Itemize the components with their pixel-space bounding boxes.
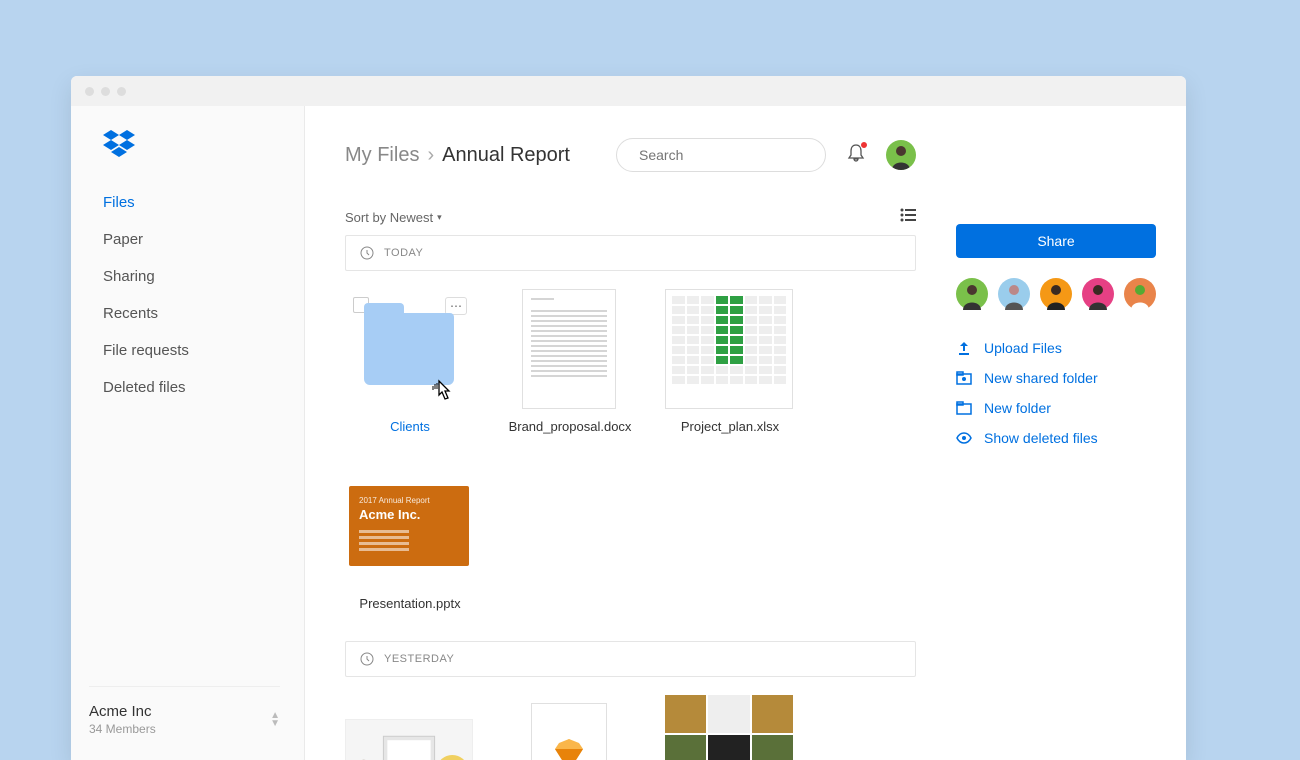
caret-down-icon: ▾ xyxy=(437,212,442,223)
sort-dropdown[interactable]: Sort by Newest ▾ xyxy=(345,210,442,225)
folder-icon xyxy=(364,313,454,385)
file-name: Presentation.pptx xyxy=(345,596,475,613)
section-today: TODAY xyxy=(345,235,916,271)
file-name: Clients xyxy=(345,419,475,436)
section-label: YESTERDAY xyxy=(384,653,454,665)
action-label: New shared folder xyxy=(984,370,1098,386)
file-name: Brand_proposal.docx xyxy=(505,419,635,436)
chevron-right-icon: › xyxy=(427,144,434,167)
folder-icon xyxy=(956,400,972,416)
collaborators xyxy=(956,278,1156,310)
window-maximize-dot[interactable] xyxy=(117,87,126,96)
xlsx-thumbnail xyxy=(665,289,793,409)
doc-thumbnail xyxy=(522,289,616,409)
collaborator-avatar[interactable] xyxy=(956,278,988,310)
sidebar-item-deleted-files[interactable]: Deleted files xyxy=(103,369,304,406)
breadcrumb-root[interactable]: My Files xyxy=(345,144,419,167)
view-toggle-button[interactable] xyxy=(900,208,916,227)
updown-icon: ▲▼ xyxy=(270,712,280,728)
sidebar: Files Paper Sharing Recents File request… xyxy=(71,106,305,760)
action-upload-files[interactable]: Upload Files xyxy=(956,340,1156,356)
search-input[interactable] xyxy=(639,147,820,163)
team-switcher[interactable]: Acme Inc 34 Members ▲▼ xyxy=(89,686,280,736)
collaborator-avatar[interactable] xyxy=(1082,278,1114,310)
upload-icon xyxy=(956,340,972,356)
notifications-button[interactable] xyxy=(846,143,866,168)
breadcrumb-current: Annual Report xyxy=(442,144,570,167)
action-label: Show deleted files xyxy=(984,430,1098,446)
sidebar-item-files[interactable]: Files xyxy=(103,184,304,221)
clock-icon xyxy=(360,246,374,260)
collaborator-avatar[interactable] xyxy=(1040,278,1072,310)
action-label: New folder xyxy=(984,400,1051,416)
dropbox-logo-icon[interactable] xyxy=(71,130,304,184)
file-name: Project_plan.xlsx xyxy=(665,419,795,436)
clock-icon xyxy=(360,652,374,666)
share-button[interactable]: Share xyxy=(956,224,1156,258)
action-new-folder[interactable]: New folder xyxy=(956,400,1156,416)
list-view-icon xyxy=(900,208,916,222)
action-new-shared-folder[interactable]: New shared folder xyxy=(956,370,1156,386)
profile-avatar[interactable] xyxy=(886,140,916,170)
window-close-dot[interactable] xyxy=(85,87,94,96)
file-item-psd[interactable]: Acme_inc_moodboard.psd xyxy=(665,695,795,760)
slide-company: Acme Inc. xyxy=(359,507,459,522)
file-item-image[interactable]: Cover_image.jpg xyxy=(345,695,475,760)
file-item-pptx[interactable]: 2017 Annual Report Acme Inc. Presentatio… xyxy=(345,466,475,613)
notification-dot-icon xyxy=(860,141,868,149)
section-label: TODAY xyxy=(384,247,423,259)
content-area: My Files › Annual Report xyxy=(305,106,956,760)
action-show-deleted[interactable]: Show deleted files xyxy=(956,430,1156,446)
slide-heading: 2017 Annual Report xyxy=(359,496,459,505)
window-minimize-dot[interactable] xyxy=(101,87,110,96)
search-container[interactable] xyxy=(616,138,826,172)
titlebar xyxy=(71,76,1186,106)
sidebar-item-sharing[interactable]: Sharing xyxy=(103,258,304,295)
action-label: Upload Files xyxy=(984,340,1062,356)
sidebar-item-recents[interactable]: Recents xyxy=(103,295,304,332)
file-item-sketch[interactable]: Design_mock.sketch xyxy=(505,695,635,760)
sort-label: Sort by Newest xyxy=(345,210,433,225)
moodboard-thumbnail xyxy=(665,695,793,760)
team-name: Acme Inc xyxy=(89,703,156,720)
sketch-icon xyxy=(551,739,587,760)
team-members: 34 Members xyxy=(89,722,156,736)
file-item-doc[interactable]: Brand_proposal.docx xyxy=(505,289,635,436)
shared-folder-icon xyxy=(956,370,972,386)
pptx-thumbnail: 2017 Annual Report Acme Inc. xyxy=(349,486,469,566)
file-grid-today: ⋯ Clients xyxy=(345,289,916,613)
sidebar-item-paper[interactable]: Paper xyxy=(103,221,304,258)
section-yesterday: YESTERDAY xyxy=(345,641,916,677)
sidebar-item-file-requests[interactable]: File requests xyxy=(103,332,304,369)
eye-icon xyxy=(956,430,972,446)
file-grid-yesterday: Cover_image.jpg xyxy=(345,695,916,760)
file-item-xlsx[interactable]: Project_plan.xlsx xyxy=(665,289,795,436)
breadcrumb: My Files › Annual Report xyxy=(345,144,570,167)
collaborator-avatar[interactable] xyxy=(998,278,1030,310)
action-list: Upload Files New shared folder New folde… xyxy=(956,340,1156,446)
sidebar-nav: Files Paper Sharing Recents File request… xyxy=(71,184,304,406)
file-item-folder[interactable]: ⋯ Clients xyxy=(345,289,475,436)
app-window: Files Paper Sharing Recents File request… xyxy=(71,76,1186,760)
image-thumbnail xyxy=(345,719,473,760)
sketch-thumbnail xyxy=(531,703,607,760)
collaborator-avatar[interactable] xyxy=(1124,278,1156,310)
right-panel: Share Upload Files New shared folde xyxy=(956,106,1186,760)
